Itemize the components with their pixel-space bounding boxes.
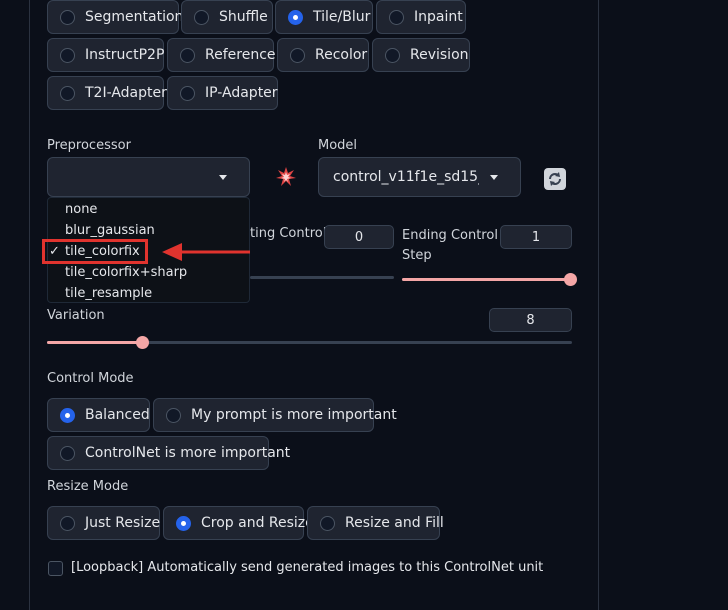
radio-dot: [60, 445, 75, 461]
radio-dot: [320, 515, 335, 531]
explosion-icon[interactable]: [276, 167, 296, 187]
radio-dot: [180, 85, 195, 101]
variation-slider[interactable]: [47, 336, 572, 349]
radio-ip-adapter[interactable]: IP-Adapter: [167, 76, 278, 110]
radio-dot: [194, 9, 209, 25]
radio-label: Just Resize: [85, 515, 161, 531]
ending-control-fill: [402, 278, 572, 281]
radio-dot-selected: [60, 407, 75, 423]
ending-control-label-line2: Step: [402, 248, 432, 263]
starting-control-label: ting Control: [250, 226, 327, 241]
radio-dot: [60, 85, 75, 101]
dropdown-option-tile-colorfix-sharp[interactable]: tile_colorfix+sharp: [65, 265, 187, 280]
ending-control-input[interactable]: 1: [500, 225, 572, 249]
radio-dot: [60, 515, 75, 531]
radio-instructp2p[interactable]: InstructP2P: [47, 38, 164, 72]
variation-input[interactable]: 8: [489, 308, 572, 332]
control-mode-label: Control Mode: [47, 371, 134, 386]
preprocessor-select[interactable]: [47, 157, 250, 197]
radio-dot-selected: [176, 515, 191, 531]
radio-inpaint[interactable]: Inpaint: [376, 0, 466, 34]
refresh-icon[interactable]: [544, 168, 566, 190]
radio-t2i-adapter[interactable]: T2I-Adapter: [47, 76, 167, 110]
radio-label: Balanced: [85, 407, 150, 423]
radio-resize-and-fill[interactable]: Resize and Fill: [307, 506, 444, 540]
ending-control-label-line1: Ending Control: [402, 228, 498, 243]
variation-fill: [47, 341, 142, 344]
radio-just-resize[interactable]: Just Resize: [47, 506, 160, 540]
red-arrow-annotation: [162, 243, 250, 261]
dropdown-option-none[interactable]: none: [65, 202, 97, 217]
radio-tile-blur[interactable]: Tile/Blur: [275, 0, 373, 34]
resize-mode-label: Resize Mode: [47, 479, 129, 494]
chevron-down-icon: [490, 175, 498, 180]
loopback-label: [Loopback] Automatically send generated …: [71, 560, 544, 575]
dropdown-option-tile-resample[interactable]: tile_resample: [65, 286, 152, 301]
radio-dot: [389, 9, 404, 25]
radio-dot: [60, 9, 75, 25]
radio-label: ControlNet is more important: [85, 445, 291, 461]
radio-crop-and-resize[interactable]: Crop and Resize: [163, 506, 314, 540]
radio-reference[interactable]: Reference: [167, 38, 276, 72]
model-select[interactable]: control_v11f1e_sd15_tile: [318, 157, 521, 197]
annotation-highlight-box: [42, 239, 148, 264]
radio-balanced[interactable]: Balanced: [47, 398, 150, 432]
radio-revision[interactable]: Revision: [372, 38, 470, 72]
radio-segmentation[interactable]: Segmentation: [47, 0, 183, 34]
radio-label: IP-Adapter: [205, 85, 278, 101]
preprocessor-label: Preprocessor: [47, 138, 131, 153]
radio-label: Crop and Resize: [201, 515, 314, 531]
radio-label: Reference: [205, 47, 276, 63]
radio-dot: [166, 407, 181, 423]
starting-control-input[interactable]: 0: [324, 225, 394, 249]
radio-label: Tile/Blur: [313, 9, 371, 25]
ending-control-slider[interactable]: [402, 273, 578, 286]
radio-label: T2I-Adapter: [85, 85, 167, 101]
radio-label: Shuffle: [219, 9, 268, 25]
radio-controlnet-more-important[interactable]: ControlNet is more important: [47, 436, 290, 470]
variation-thumb[interactable]: [135, 336, 149, 349]
model-value: control_v11f1e_sd15_tile: [333, 169, 479, 185]
radio-dot-selected: [288, 9, 303, 25]
radio-recolor[interactable]: Recolor: [277, 38, 369, 72]
radio-dot: [60, 47, 75, 63]
dropdown-option-blur-gaussian[interactable]: blur_gaussian: [65, 223, 155, 238]
chevron-down-icon: [219, 175, 227, 180]
radio-label: Inpaint: [414, 9, 463, 25]
radio-dot: [180, 47, 195, 63]
ending-control-label: Ending Control Step: [402, 226, 498, 266]
radio-dot: [290, 47, 305, 63]
model-label: Model: [318, 138, 358, 153]
radio-label: InstructP2P: [85, 47, 165, 63]
radio-label: Recolor: [315, 47, 368, 63]
starting-control-slider[interactable]: [250, 276, 394, 279]
radio-my-prompt-more-important[interactable]: My prompt is more important: [153, 398, 397, 432]
radio-label: Segmentation: [85, 9, 184, 25]
radio-label: Revision: [410, 47, 469, 63]
radio-dot: [385, 47, 400, 63]
radio-label: Resize and Fill: [345, 515, 444, 531]
variation-label: Variation: [47, 308, 105, 323]
radio-shuffle[interactable]: Shuffle: [181, 0, 273, 34]
loopback-checkbox[interactable]: [48, 561, 63, 576]
radio-label: My prompt is more important: [191, 407, 397, 423]
